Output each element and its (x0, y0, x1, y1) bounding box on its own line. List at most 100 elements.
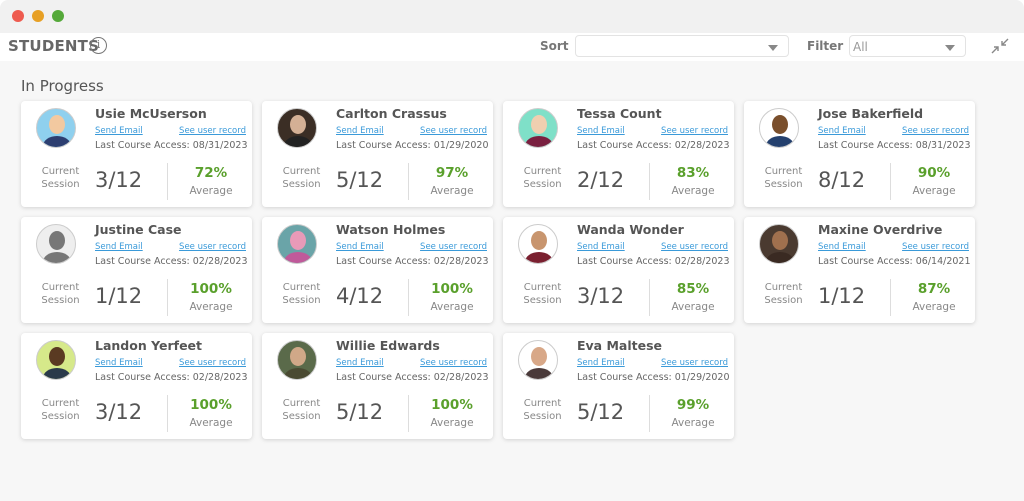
avatar-head (49, 115, 65, 134)
last-course-access: Last Course Access: 02/28/2023 (577, 256, 730, 267)
send-email-link[interactable]: Send Email (577, 242, 625, 252)
current-label: Current (764, 166, 803, 177)
avatar-head (772, 231, 788, 250)
student-card: Tessa Count Send Email See user record L… (503, 101, 734, 207)
current-label: Current (523, 282, 562, 293)
student-name: Justine Case (95, 222, 182, 237)
avatar-body (766, 136, 794, 147)
session-label: Session (523, 411, 562, 422)
see-user-record-link[interactable]: See user record (420, 358, 487, 368)
send-email-link[interactable]: Send Email (577, 358, 625, 368)
student-card: Usie McUserson Send Email See user recor… (21, 101, 252, 207)
avatar[interactable] (518, 108, 558, 148)
current-session-label: Current Session (756, 281, 811, 307)
send-email-link[interactable]: Send Email (577, 126, 625, 136)
send-email-link[interactable]: Send Email (336, 242, 384, 252)
session-label: Session (523, 295, 562, 306)
avatar-head (290, 115, 306, 134)
average-value: 100% (431, 397, 473, 413)
avatar[interactable] (36, 108, 76, 148)
see-user-record-link[interactable]: See user record (179, 242, 246, 252)
see-user-record-link[interactable]: See user record (420, 126, 487, 136)
divider (890, 279, 891, 316)
send-email-link[interactable]: Send Email (818, 242, 866, 252)
current-session-label: Current Session (756, 165, 811, 191)
divider (167, 395, 168, 432)
avatar-body (284, 252, 312, 263)
session-label: Session (282, 411, 321, 422)
see-user-record-link[interactable]: See user record (661, 126, 728, 136)
student-card: Willie Edwards Send Email See user recor… (262, 333, 493, 439)
student-name: Landon Yerfeet (95, 338, 203, 353)
average-label: Average (430, 417, 474, 429)
session-label: Session (41, 179, 80, 190)
avatar[interactable] (277, 340, 317, 380)
see-user-record-link[interactable]: See user record (661, 242, 728, 252)
session-value: 1/12 (95, 284, 143, 308)
average-value: 100% (190, 281, 232, 297)
see-user-record-link[interactable]: See user record (179, 126, 246, 136)
collapse-icon[interactable] (990, 37, 1010, 55)
current-session-label: Current Session (274, 397, 329, 423)
last-course-access: Last Course Access: 02/28/2023 (336, 256, 489, 267)
avatar[interactable] (36, 224, 76, 264)
avatar-body (284, 136, 312, 147)
avatar[interactable] (36, 340, 76, 380)
student-card: Wanda Wonder Send Email See user record … (503, 217, 734, 323)
send-email-link[interactable]: Send Email (818, 126, 866, 136)
see-user-record-link[interactable]: See user record (902, 242, 969, 252)
current-label: Current (764, 282, 803, 293)
current-label: Current (523, 398, 562, 409)
student-card: Landon Yerfeet Send Email See user recor… (21, 333, 252, 439)
divider (890, 163, 891, 200)
avatar[interactable] (759, 224, 799, 264)
current-label: Current (282, 282, 321, 293)
session-label: Session (41, 295, 80, 306)
session-value: 8/12 (818, 168, 866, 192)
average-label: Average (430, 185, 474, 197)
average-label: Average (189, 301, 233, 313)
student-card: Jose Bakerfield Send Email See user reco… (744, 101, 975, 207)
current-label: Current (41, 166, 80, 177)
last-course-access: Last Course Access: 01/29/2020 (336, 140, 489, 151)
session-label: Session (764, 295, 803, 306)
send-email-link[interactable]: Send Email (95, 126, 143, 136)
send-email-link[interactable]: Send Email (95, 358, 143, 368)
average-value: 100% (190, 397, 232, 413)
current-session-label: Current Session (33, 281, 88, 307)
divider (649, 163, 650, 200)
avatar-body (284, 368, 312, 379)
session-value: 3/12 (95, 168, 143, 192)
see-user-record-link[interactable]: See user record (179, 358, 246, 368)
minimize-window-button[interactable] (32, 10, 44, 22)
student-name: Eva Maltese (577, 338, 663, 353)
main-content: In Progress Usie McUserson Send Email Se… (0, 61, 1024, 501)
see-user-record-link[interactable]: See user record (661, 358, 728, 368)
session-label: Session (282, 295, 321, 306)
chevron-down-icon (945, 45, 955, 51)
avatar[interactable] (759, 108, 799, 148)
avatar[interactable] (518, 224, 558, 264)
current-session-label: Current Session (33, 397, 88, 423)
sort-label: Sort (540, 39, 569, 53)
divider (167, 279, 168, 316)
avatar[interactable] (277, 224, 317, 264)
last-course-access: Last Course Access: 08/31/2023 (95, 140, 248, 151)
avatar[interactable] (518, 340, 558, 380)
current-session-label: Current Session (33, 165, 88, 191)
avatar-body (525, 252, 553, 263)
maximize-window-button[interactable] (52, 10, 64, 22)
send-email-link[interactable]: Send Email (336, 358, 384, 368)
avatar-head (290, 347, 306, 366)
info-icon[interactable]: i (90, 37, 107, 54)
avatar[interactable] (277, 108, 317, 148)
see-user-record-link[interactable]: See user record (420, 242, 487, 252)
send-email-link[interactable]: Send Email (95, 242, 143, 252)
send-email-link[interactable]: Send Email (336, 126, 384, 136)
average-value: 72% (194, 165, 228, 181)
close-window-button[interactable] (12, 10, 24, 22)
sort-select[interactable] (575, 35, 789, 57)
average-value: 87% (917, 281, 951, 297)
filter-select[interactable]: All (849, 35, 966, 57)
see-user-record-link[interactable]: See user record (902, 126, 969, 136)
